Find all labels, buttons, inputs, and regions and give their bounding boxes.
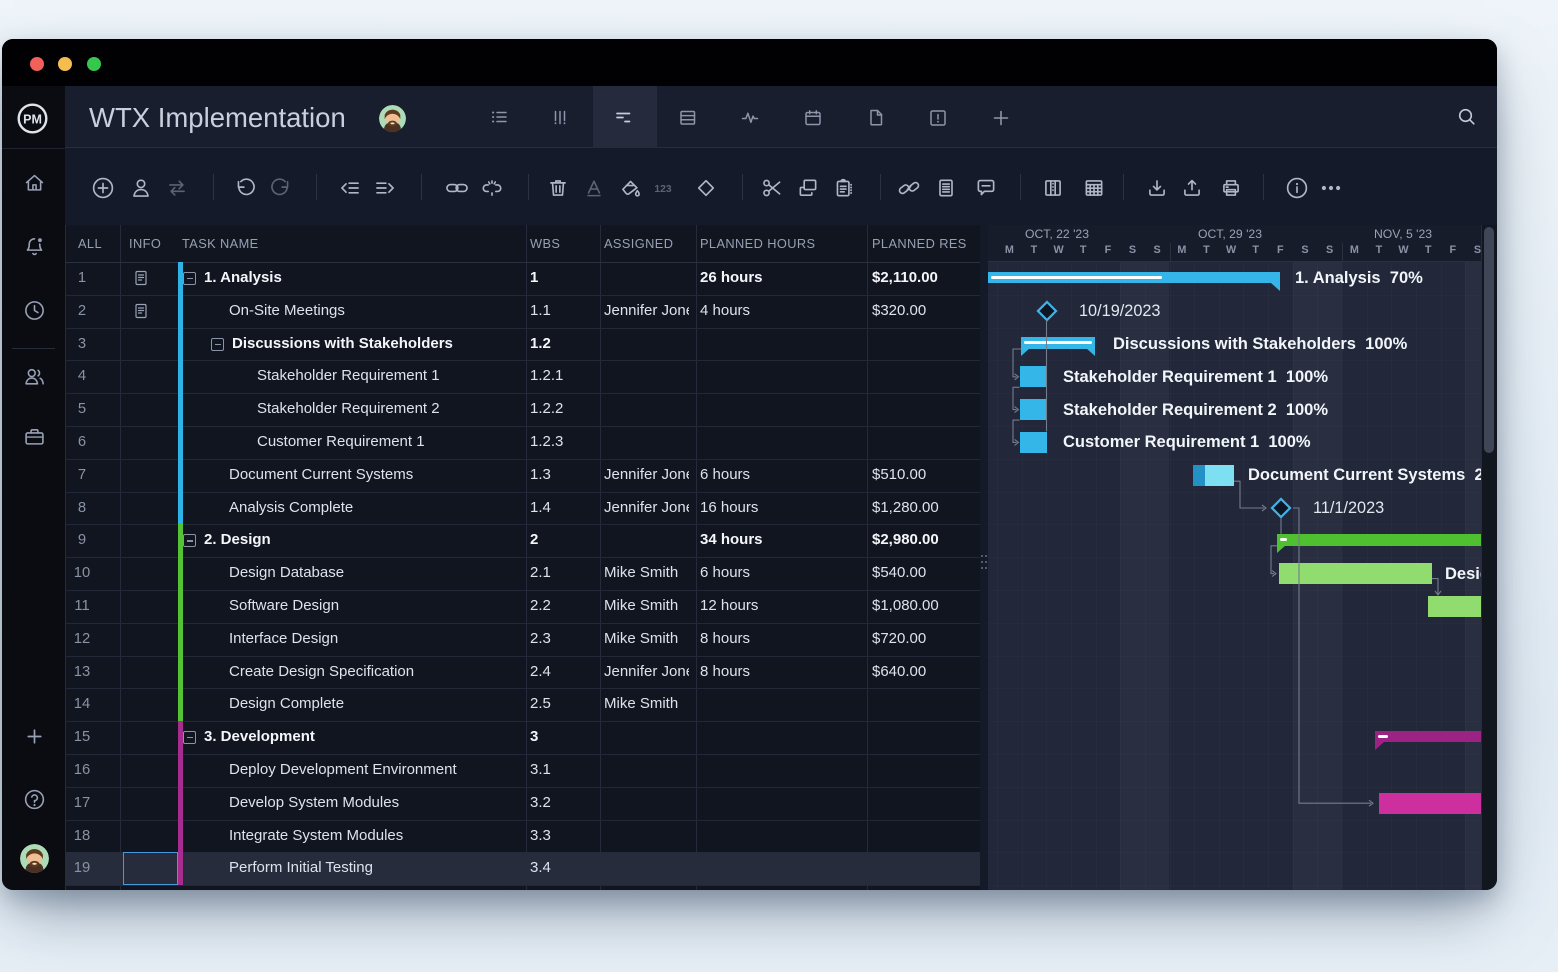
- svg-text:123: 123: [654, 183, 672, 194]
- svg-text:PM: PM: [23, 112, 42, 126]
